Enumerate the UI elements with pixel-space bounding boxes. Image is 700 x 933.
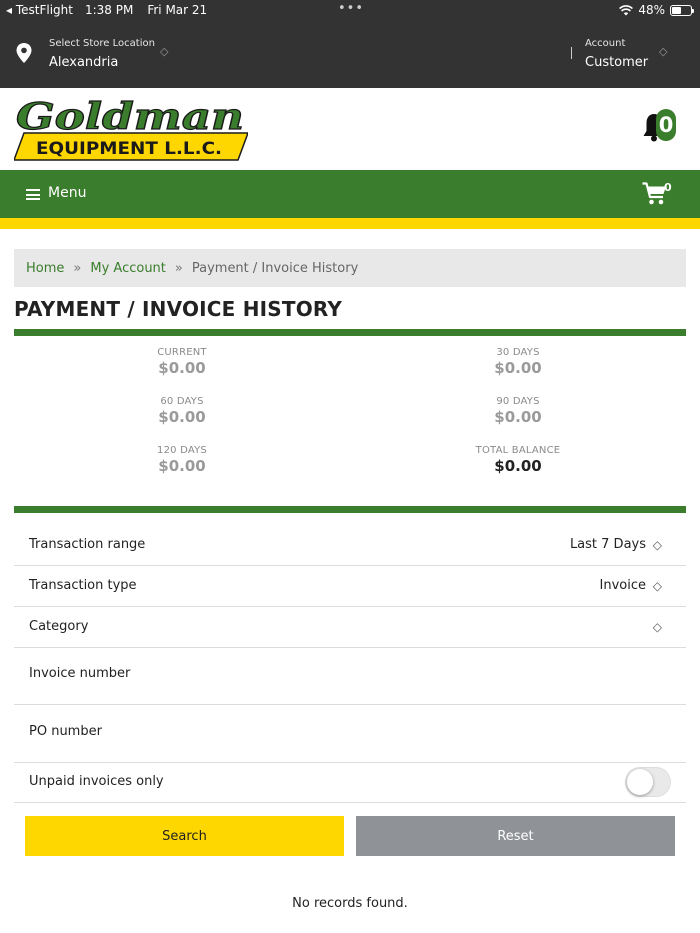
- status-date: Fri Mar 21: [147, 3, 208, 17]
- transaction-range-value: Last 7 Days: [569, 537, 646, 552]
- breadcrumb-home-link[interactable]: Home: [26, 261, 64, 276]
- stat-total-balance: TOTAL BALANCE $0.00: [418, 445, 618, 475]
- category-select[interactable]: Category ◇: [14, 607, 686, 648]
- breadcrumb-current: Payment / Invoice History: [191, 260, 359, 276]
- no-records-message: No records found.: [292, 896, 408, 911]
- nav-bar: Menu 0: [0, 170, 700, 218]
- stat-60-days-label: 60 DAYS: [160, 396, 204, 407]
- search-button[interactable]: Search: [25, 816, 344, 856]
- location-pin-icon: [16, 43, 32, 63]
- reset-button[interactable]: Reset: [356, 816, 675, 856]
- breadcrumb-separator: »: [174, 260, 183, 276]
- battery-percent: 48%: [638, 3, 665, 17]
- toggle-knob: [627, 769, 653, 795]
- yellow-accent-strip: [0, 218, 700, 229]
- stat-120-days-value: $0.00: [158, 457, 206, 475]
- status-right: 48%: [619, 3, 694, 17]
- unpaid-invoices-toggle[interactable]: [625, 767, 671, 797]
- po-number-field[interactable]: PO number: [14, 705, 686, 763]
- chevron-updown-icon: ◇: [652, 620, 662, 634]
- transaction-range-label: Transaction range: [29, 537, 146, 552]
- stat-90-days-value: $0.00: [494, 408, 542, 426]
- stat-90-days-label: 90 DAYS: [496, 396, 540, 407]
- invoice-number-label: Invoice number: [29, 666, 131, 681]
- store-location-chevron-icon: ◇: [160, 45, 169, 58]
- stat-total-balance-value: $0.00: [494, 457, 542, 475]
- store-account-header: Select Store Location Alexandria ◇ Accou…: [0, 20, 700, 88]
- menu-label: Menu: [48, 185, 87, 201]
- stat-120-days-label: 120 DAYS: [157, 445, 207, 456]
- unpaid-invoices-label: Unpaid invoices only: [29, 774, 164, 789]
- breadcrumb-separator: »: [73, 260, 82, 276]
- stat-current-label: CURRENT: [157, 347, 207, 358]
- stat-current: CURRENT $0.00: [82, 347, 282, 377]
- store-location-value: Alexandria: [49, 55, 119, 70]
- unpaid-invoices-row: Unpaid invoices only: [14, 763, 686, 803]
- stat-60-days-value: $0.00: [158, 408, 206, 426]
- logo-line1-text: Goldman: [16, 96, 244, 138]
- account-chevron-icon: ◇: [659, 45, 668, 58]
- stat-30-days-value: $0.00: [494, 359, 542, 377]
- transaction-type-value: Invoice: [599, 578, 646, 593]
- stat-current-value: $0.00: [158, 359, 206, 377]
- stat-30-days: 30 DAYS $0.00: [418, 347, 618, 377]
- logo-line2-text: EQUIPMENT L.L.C.: [36, 139, 222, 159]
- status-left: ◂ TestFlight 1:38 PM Fri Mar 21: [6, 3, 207, 17]
- goldman-logo[interactable]: Goldman EQUIPMENT L.L.C.: [14, 96, 248, 162]
- breadcrumb-my-account-link[interactable]: My Account: [90, 261, 166, 276]
- wifi-icon: [619, 4, 634, 15]
- multitask-dots[interactable]: •••: [338, 1, 364, 16]
- account-value: Customer: [585, 55, 649, 70]
- page-title: PAYMENT / INVOICE HISTORY: [14, 297, 343, 321]
- account-divider: [571, 47, 572, 59]
- transaction-type-label: Transaction type: [29, 578, 137, 593]
- back-to-app-link[interactable]: ◂ TestFlight: [6, 3, 73, 17]
- invoice-number-field[interactable]: Invoice number: [14, 648, 686, 705]
- status-time: 1:38 PM: [84, 3, 134, 17]
- chevron-updown-icon: ◇: [652, 538, 662, 552]
- battery-icon: [670, 4, 694, 16]
- stat-30-days-label: 30 DAYS: [496, 347, 540, 358]
- logo-band: Goldman EQUIPMENT L.L.C. 0: [0, 88, 700, 170]
- stat-90-days: 90 DAYS $0.00: [418, 396, 618, 426]
- transaction-range-select[interactable]: Transaction range Last 7 Days ◇: [14, 525, 686, 566]
- stat-120-days: 120 DAYS $0.00: [82, 445, 282, 475]
- summary-top-rule: [14, 329, 686, 336]
- status-bar: ◂ TestFlight 1:38 PM Fri Mar 21 ••• 48%: [0, 0, 700, 20]
- chevron-updown-icon: ◇: [652, 579, 662, 593]
- breadcrumb: Home » My Account » Payment / Invoice Hi…: [14, 249, 686, 287]
- hamburger-icon: [26, 189, 40, 200]
- stat-total-balance-label: TOTAL BALANCE: [475, 445, 561, 456]
- po-number-label: PO number: [29, 724, 102, 739]
- store-location-label: Select Store Location: [49, 38, 155, 49]
- category-label: Category: [29, 619, 89, 634]
- stat-60-days: 60 DAYS $0.00: [82, 396, 282, 426]
- transaction-type-select[interactable]: Transaction type Invoice ◇: [14, 566, 686, 607]
- account-label: Account: [585, 38, 626, 49]
- notification-count-badge: 0: [656, 109, 676, 141]
- back-app-name: TestFlight: [15, 3, 73, 17]
- cart-count-badge: 0: [664, 181, 672, 194]
- summary-bottom-rule: [14, 506, 686, 513]
- battery-fill: [672, 6, 681, 14]
